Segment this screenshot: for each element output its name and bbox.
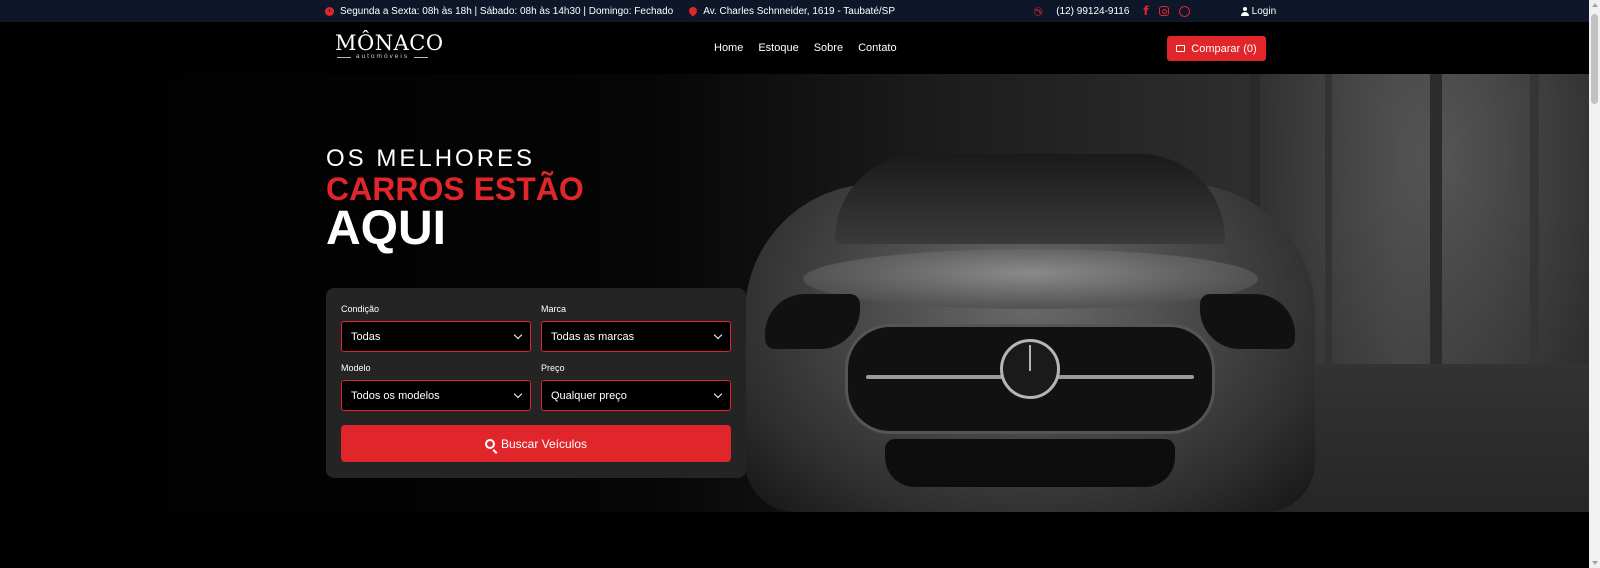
search-vehicles-button[interactable]: Buscar Veículos	[341, 425, 731, 462]
main-navbar: MÔNACO automóveis Home Estoque Sobre Con…	[0, 22, 1589, 74]
condition-value: Todas	[351, 330, 381, 343]
opening-hours: Segunda a Sexta: 08h às 18h | Sábado: 08…	[340, 5, 674, 17]
car-windshield	[835, 154, 1225, 244]
price-field: Preço Qualquer preço	[541, 363, 731, 411]
scrollbar-thumb[interactable]	[1591, 14, 1598, 104]
brand-select[interactable]: Todas as marcas	[541, 321, 731, 352]
clock-icon	[325, 6, 334, 16]
car-image	[745, 154, 1315, 512]
facebook-icon[interactable]: f	[1143, 4, 1148, 18]
hero-headline: OS MELHORES CARROS ESTÃO AQUI	[326, 145, 584, 255]
nav-contato[interactable]: Contato	[858, 42, 897, 54]
chevron-down-icon	[513, 330, 523, 340]
brand-field: Marca Todas as marcas	[541, 304, 731, 352]
logo-subtitle: automóveis	[335, 53, 430, 60]
phone-icon: ✆	[1030, 5, 1044, 17]
vehicle-search-panel: Condição Todas Marca Todas as marcas Mod…	[326, 288, 746, 478]
top-info-left: Segunda a Sexta: 08h às 18h | Sábado: 08…	[325, 0, 895, 22]
model-label: Modelo	[341, 363, 371, 373]
chevron-down-icon	[713, 330, 723, 340]
compare-icon	[1176, 45, 1186, 52]
top-info-bar: Segunda a Sexta: 08h às 18h | Sábado: 08…	[0, 0, 1589, 22]
car-hood	[803, 249, 1258, 309]
headline-line-3: AQUI	[326, 202, 446, 255]
scroll-up-arrow-icon[interactable]	[1592, 3, 1598, 7]
location-pin-icon	[687, 5, 699, 17]
phone-number[interactable]: (12) 99124-9116	[1056, 6, 1129, 17]
compare-label: Comparar (0)	[1191, 42, 1257, 55]
chevron-down-icon	[513, 389, 523, 399]
price-value: Qualquer preço	[551, 389, 627, 402]
headline-line-2: CARROS ESTÃO	[326, 171, 584, 207]
login-link[interactable]: Login	[1252, 6, 1276, 17]
nav-menu: Home Estoque Sobre Contato	[714, 22, 897, 74]
page-scrollbar[interactable]	[1589, 0, 1600, 568]
condition-field: Condição Todas	[341, 304, 531, 352]
model-value: Todos os modelos	[351, 389, 440, 402]
car-lower-intake	[885, 439, 1175, 487]
condition-label: Condição	[341, 304, 380, 314]
search-icon	[484, 438, 495, 449]
logo-brand: MÔNACO	[335, 31, 444, 55]
model-select[interactable]: Todos os modelos	[341, 380, 531, 411]
compare-button[interactable]: Comparar (0)	[1167, 36, 1266, 61]
hero-banner	[0, 74, 1589, 512]
logo[interactable]: MÔNACO automóveis	[335, 31, 444, 60]
top-info-right: ✆ (12) 99124-9116 f Login	[1030, 0, 1276, 22]
headline-line-1: OS MELHORES	[326, 145, 536, 172]
condition-select[interactable]: Todas	[341, 321, 531, 352]
user-icon	[1240, 6, 1249, 16]
nav-sobre[interactable]: Sobre	[814, 42, 843, 54]
model-field: Modelo Todos os modelos	[341, 363, 531, 411]
car-emblem-icon	[1000, 339, 1060, 399]
price-label: Preço	[541, 363, 565, 373]
scroll-down-arrow-icon[interactable]	[1592, 561, 1598, 565]
brand-label: Marca	[541, 304, 567, 314]
whatsapp-icon[interactable]	[1178, 5, 1190, 17]
instagram-icon[interactable]	[1158, 6, 1169, 16]
brand-value: Todas as marcas	[551, 330, 635, 343]
address[interactable]: Av. Charles Schnneider, 1619 - Taubaté/S…	[703, 6, 895, 17]
nav-estoque[interactable]: Estoque	[758, 42, 798, 54]
price-select[interactable]: Qualquer preço	[541, 380, 731, 411]
chevron-down-icon	[713, 389, 723, 399]
search-button-label: Buscar Veículos	[500, 436, 588, 451]
car-grille	[845, 324, 1215, 434]
nav-home[interactable]: Home	[714, 42, 743, 54]
